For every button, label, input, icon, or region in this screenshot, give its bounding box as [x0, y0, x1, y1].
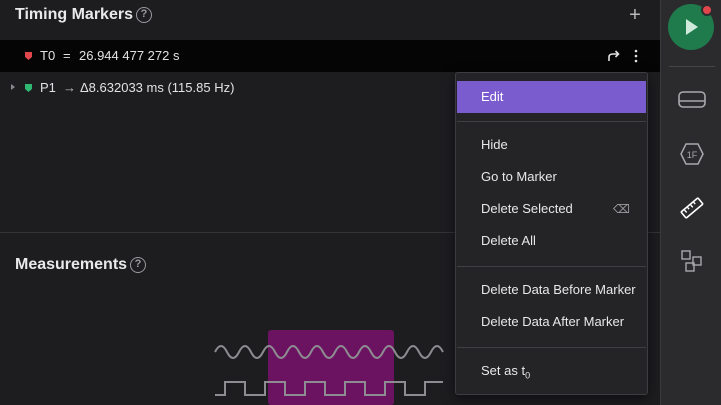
- marker-p1-name: P1: [40, 80, 56, 95]
- menu-item-go-to-marker[interactable]: Go to Marker: [457, 161, 646, 193]
- share-arrow-icon[interactable]: [607, 49, 621, 63]
- right-sidebar: 1F: [660, 0, 721, 405]
- measurements-title: Measurements: [15, 256, 128, 273]
- sidebar-separator: [669, 66, 715, 67]
- signal-illustration: [214, 330, 444, 405]
- marker-p1-value: Δ8.632033 ms (115.85 Hz): [80, 80, 235, 95]
- marker-t0-name: T0: [40, 48, 56, 63]
- svg-text:1F: 1F: [687, 150, 698, 160]
- menu-item-delete-selected[interactable]: Delete Selected ⌫: [457, 193, 646, 225]
- menu-separator: [457, 121, 646, 122]
- extensions-icon[interactable]: [675, 244, 709, 278]
- backspace-shortcut-icon: ⌫: [613, 202, 630, 216]
- marker-pin-red-icon: [25, 52, 32, 60]
- measurements-help-icon[interactable]: ?: [130, 257, 146, 273]
- device-icon[interactable]: [675, 83, 709, 117]
- marker-row-t0[interactable]: T0 = 26.944 477 272 s: [0, 40, 660, 72]
- expand-caret-icon[interactable]: [11, 84, 15, 90]
- menu-separator: [457, 266, 646, 267]
- context-menu: Edit Hide Go to Marker Delete Selected ⌫…: [455, 72, 648, 395]
- menu-item-delete-selected-label: Delete Selected: [481, 201, 573, 216]
- menu-item-edit[interactable]: Edit: [457, 81, 646, 113]
- marker-pin-green-icon: [25, 84, 32, 92]
- menu-item-delete-data-after[interactable]: Delete Data After Marker: [457, 306, 646, 338]
- marker-p1-arrow: →: [63, 80, 76, 95]
- recording-indicator-dot: [701, 4, 713, 16]
- timing-markers-title: Timing Markers: [15, 6, 133, 23]
- menu-item-delete-all[interactable]: Delete All: [457, 225, 646, 257]
- analyzer-1f-icon[interactable]: 1F: [675, 137, 709, 171]
- menu-separator: [457, 347, 646, 348]
- signal-highlight-region: [268, 330, 394, 405]
- ruler-icon[interactable]: [675, 191, 709, 225]
- marker-t0-value: 26.944 477 272 s: [79, 48, 180, 63]
- menu-item-delete-data-before[interactable]: Delete Data Before Marker: [457, 274, 646, 306]
- play-icon: [686, 19, 698, 35]
- timing-markers-help-icon[interactable]: ?: [136, 7, 152, 23]
- more-options-icon[interactable]: [632, 49, 640, 63]
- add-marker-button[interactable]: +: [625, 4, 645, 26]
- main-panel: Timing Markers ? + T0 = 26.944 477 272 s…: [0, 0, 660, 405]
- menu-item-set-as-subscript: 0: [525, 370, 531, 381]
- menu-item-set-as-label: Set as t: [481, 363, 526, 378]
- marker-t0-equals: =: [63, 48, 71, 63]
- menu-item-hide[interactable]: Hide: [457, 129, 646, 161]
- menu-item-set-as-t0[interactable]: Set as t0: [457, 355, 646, 387]
